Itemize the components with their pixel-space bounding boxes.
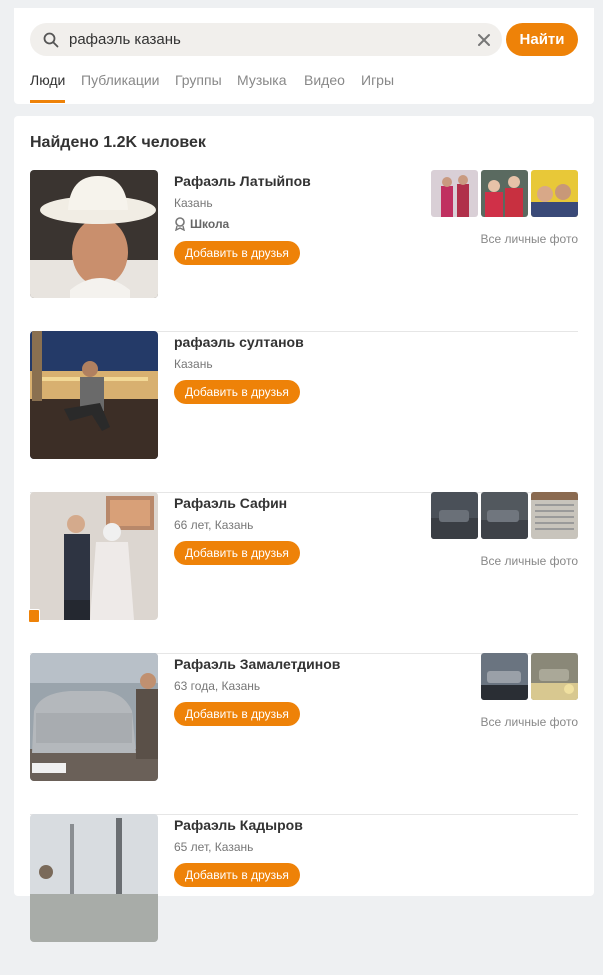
person-location: 63 года, Казань xyxy=(174,679,261,693)
school-label: Школа xyxy=(190,217,230,231)
search-icon xyxy=(43,32,59,48)
search-button[interactable]: Найти xyxy=(506,23,578,56)
tab-groups[interactable]: Группы xyxy=(175,72,222,88)
results-count: Найдено 1.2K человек xyxy=(30,134,206,151)
photo-thumbnails xyxy=(431,170,578,217)
person-name[interactable]: Рафаэль Сафин xyxy=(174,495,287,511)
clear-icon[interactable] xyxy=(477,33,491,47)
list-item: Рафаэль Сафин 66 лет, Казань Добавить в … xyxy=(28,492,578,654)
photo-thumbnail[interactable] xyxy=(431,170,478,217)
person-location: 65 лет, Казань xyxy=(174,840,254,854)
person-name[interactable]: Рафаэль Замалетдинов xyxy=(174,656,340,672)
search-input[interactable] xyxy=(69,23,469,56)
tab-music[interactable]: Музыка xyxy=(237,72,287,88)
add-friend-button[interactable]: Добавить в друзья xyxy=(174,702,300,726)
all-photos-link[interactable]: Все личные фото xyxy=(480,715,578,729)
person-location: Казань xyxy=(174,196,213,210)
photo-thumbnails xyxy=(431,492,578,539)
person-name[interactable]: рафаэль султанов xyxy=(174,334,304,350)
list-item: Рафаэль Кадыров 65 лет, Казань Добавить … xyxy=(30,814,578,975)
tab-games[interactable]: Игры xyxy=(361,72,394,88)
add-friend-button[interactable]: Добавить в друзья xyxy=(174,380,300,404)
photo-thumbnail[interactable] xyxy=(431,492,478,539)
photo-thumbnail[interactable] xyxy=(481,653,528,700)
add-friend-button[interactable]: Добавить в друзья xyxy=(174,541,300,565)
person-location: 66 лет, Казань xyxy=(174,518,254,532)
school-icon xyxy=(175,217,185,231)
person-name[interactable]: Рафаэль Латыйпов xyxy=(174,173,311,189)
results-card: Найдено 1.2K человек Рафаэль Латыйпов Ка… xyxy=(14,116,594,942)
add-friend-button[interactable]: Добавить в друзья xyxy=(174,241,300,265)
avatar[interactable] xyxy=(30,653,158,781)
all-photos-link[interactable]: Все личные фото xyxy=(480,232,578,246)
tab-publications[interactable]: Публикации xyxy=(81,72,159,88)
photo-thumbnail[interactable] xyxy=(481,170,528,217)
status-badge xyxy=(28,609,40,623)
avatar[interactable] xyxy=(30,814,158,942)
tab-people[interactable]: Люди xyxy=(30,72,66,103)
avatar[interactable] xyxy=(30,492,158,620)
photo-thumbnail[interactable] xyxy=(531,492,578,539)
photo-thumbnail[interactable] xyxy=(531,170,578,217)
avatar[interactable] xyxy=(30,170,158,298)
person-location: Казань xyxy=(174,357,213,371)
person-school: Школа xyxy=(174,217,229,231)
photo-thumbnail[interactable] xyxy=(531,653,578,700)
photo-thumbnails xyxy=(481,653,578,700)
list-item: Рафаэль Замалетдинов 63 года, Казань Доб… xyxy=(30,653,578,815)
photo-thumbnail[interactable] xyxy=(481,492,528,539)
all-photos-link[interactable]: Все личные фото xyxy=(480,554,578,568)
avatar[interactable] xyxy=(30,331,158,459)
list-item: Рафаэль Латыйпов Казань Школа Добавить в… xyxy=(30,170,578,332)
person-name[interactable]: Рафаэль Кадыров xyxy=(174,817,303,833)
search-bar[interactable] xyxy=(30,23,502,56)
search-card: Найти Люди Публикации Группы Музыка Виде… xyxy=(14,8,594,104)
list-item: рафаэль султанов Казань Добавить в друзь… xyxy=(30,331,578,493)
tab-video[interactable]: Видео xyxy=(304,72,345,88)
add-friend-button[interactable]: Добавить в друзья xyxy=(174,863,300,887)
